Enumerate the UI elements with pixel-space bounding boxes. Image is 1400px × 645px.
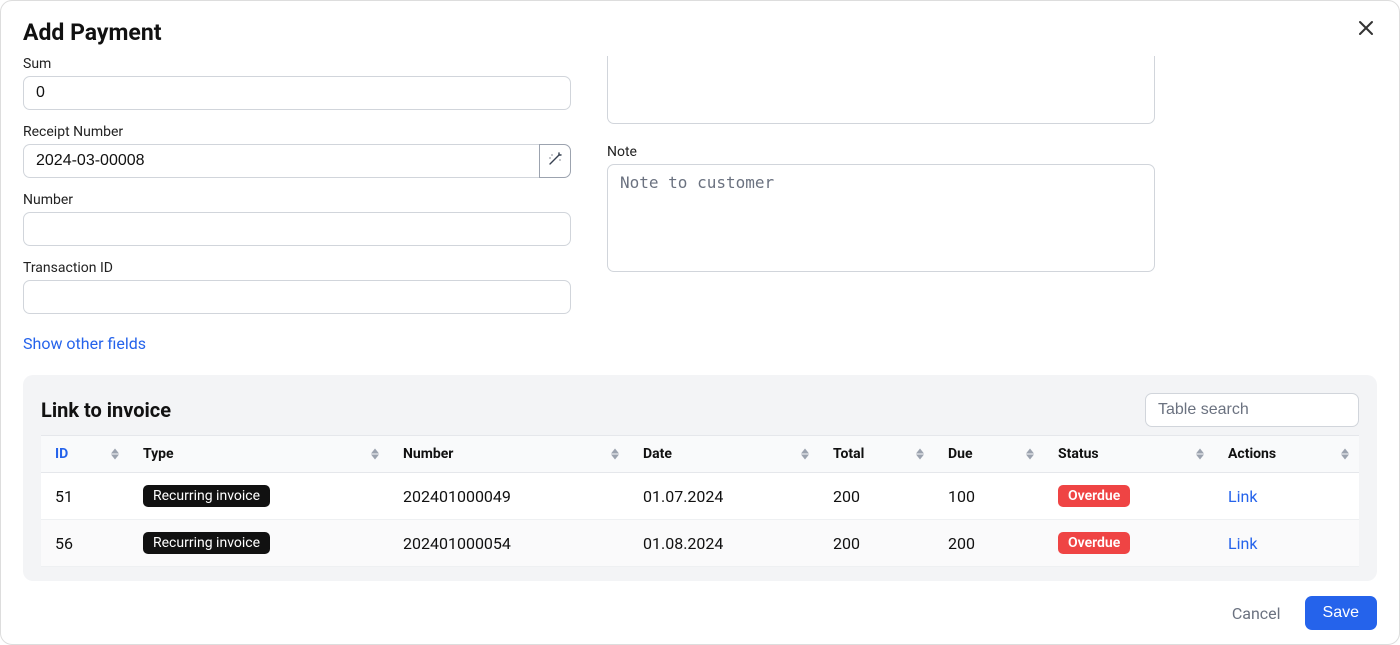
cell-id: 51 [41,473,129,520]
add-payment-modal: Add Payment Sum Receipt Number [0,0,1400,645]
cell-type: Recurring invoice [129,473,389,520]
col-number[interactable]: Number [389,436,629,473]
save-button[interactable]: Save [1305,596,1377,630]
sort-icon[interactable] [1196,449,1204,460]
sort-icon[interactable] [801,449,809,460]
type-badge: Recurring invoice [143,532,270,554]
transaction-id-label: Transaction ID [23,260,571,276]
upper-textarea[interactable] [607,56,1155,124]
cell-date: 01.08.2024 [629,520,819,567]
modal-title: Add Payment [23,19,1377,46]
col-due[interactable]: Due [934,436,1044,473]
close-icon[interactable] [1355,17,1377,39]
number-label: Number [23,192,571,208]
cell-actions: Link [1214,473,1359,520]
show-other-fields-link[interactable]: Show other fields [23,334,571,353]
sort-icon[interactable] [371,449,379,460]
cancel-button[interactable]: Cancel [1232,604,1281,623]
generate-receipt-number-button[interactable] [539,144,571,178]
status-badge: Overdue [1058,532,1130,554]
magic-wand-icon [547,151,563,171]
sort-icon[interactable] [111,449,119,460]
modal-footer: Cancel Save [23,582,1377,630]
cell-number: 202401000049 [389,473,629,520]
table-search-input[interactable] [1145,393,1359,427]
link-to-invoice-panel: Link to invoice ID Type [23,375,1377,581]
cell-status: Overdue [1044,520,1214,567]
cell-total: 200 [819,473,934,520]
sort-icon[interactable] [611,449,619,460]
receipt-number-input[interactable] [23,144,539,178]
cell-number: 202401000054 [389,520,629,567]
cell-due: 100 [934,473,1044,520]
transaction-id-input[interactable] [23,280,571,314]
col-total[interactable]: Total [819,436,934,473]
table-row: 51 Recurring invoice 202401000049 01.07.… [41,473,1359,520]
invoice-panel-title: Link to invoice [41,398,171,422]
cell-type: Recurring invoice [129,520,389,567]
note-label: Note [607,144,1155,160]
col-actions[interactable]: Actions [1214,436,1359,473]
col-type[interactable]: Type [129,436,389,473]
cell-date: 01.07.2024 [629,473,819,520]
cell-status: Overdue [1044,473,1214,520]
cell-due: 200 [934,520,1044,567]
sum-label: Sum [23,56,571,72]
col-date[interactable]: Date [629,436,819,473]
link-invoice-action[interactable]: Link [1228,487,1257,506]
type-badge: Recurring invoice [143,485,270,507]
col-status[interactable]: Status [1044,436,1214,473]
note-textarea[interactable] [607,164,1155,272]
sum-input[interactable] [23,76,571,110]
table-row: 56 Recurring invoice 202401000054 01.08.… [41,520,1359,567]
number-input[interactable] [23,212,571,246]
invoice-table: ID Type Number [41,435,1359,567]
cell-id: 56 [41,520,129,567]
sort-icon[interactable] [916,449,924,460]
link-invoice-action[interactable]: Link [1228,534,1257,553]
sort-icon[interactable] [1341,449,1349,460]
receipt-number-label: Receipt Number [23,124,571,140]
form-area: Sum Receipt Number [23,56,1377,353]
sort-icon[interactable] [1026,449,1034,460]
cell-total: 200 [819,520,934,567]
col-id[interactable]: ID [41,436,129,473]
status-badge: Overdue [1058,485,1130,507]
cell-actions: Link [1214,520,1359,567]
